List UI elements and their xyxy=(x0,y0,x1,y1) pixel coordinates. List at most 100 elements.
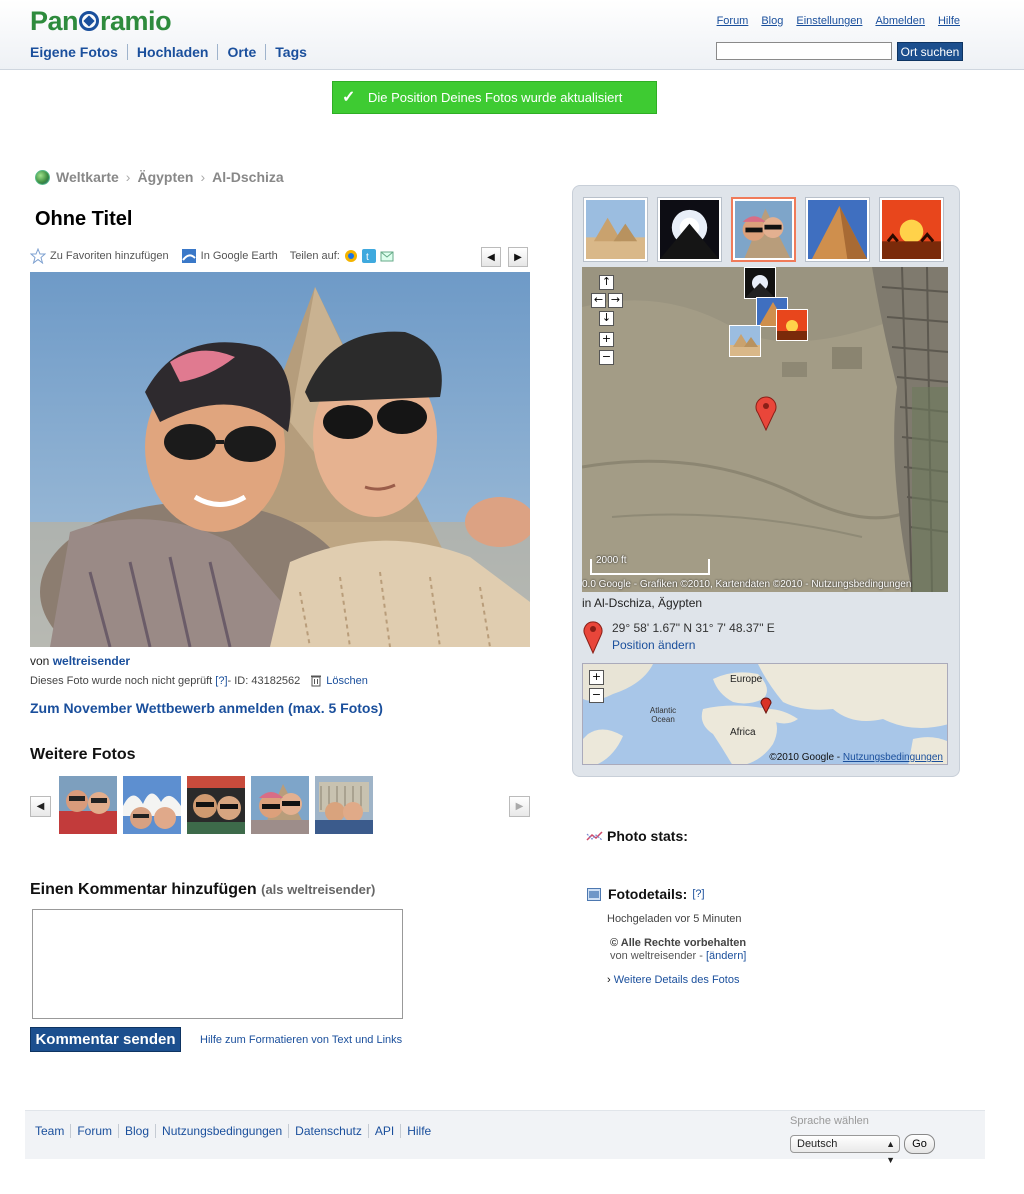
photo-image xyxy=(30,272,530,647)
zoom-out-button[interactable]: − xyxy=(599,350,614,365)
twitter-share-icon[interactable]: t xyxy=(361,249,376,263)
coordinates-readout: 29° 58' 1.67" N 31° 7' 48.37" E xyxy=(612,621,775,635)
nav-own-photos[interactable]: Eigene Fotos xyxy=(30,44,127,60)
zoom-in-button[interactable]: + xyxy=(599,332,614,347)
stats-chart-icon xyxy=(586,831,603,841)
world-zoom-out-button[interactable]: − xyxy=(589,688,604,703)
next-photo-button[interactable]: ▶ xyxy=(508,247,528,267)
change-license-link[interactable]: [ändern] xyxy=(706,950,746,962)
more-photo-thumb[interactable] xyxy=(315,776,373,834)
change-position-link[interactable]: Position ändern xyxy=(612,638,695,652)
toplink-settings[interactable]: Einstellungen xyxy=(796,15,862,27)
notice-text: Die Position Deines Fotos wurde aktualis… xyxy=(368,90,623,105)
footer-link-api[interactable]: API xyxy=(367,1124,400,1138)
map-attribution: 0.0 Google - Grafiken ©2010, Kartendaten… xyxy=(582,579,912,590)
site-footer: Team Forum Blog Nutzungsbedingungen Date… xyxy=(25,1110,985,1165)
review-help-link[interactable]: [?] xyxy=(215,675,227,687)
more-photo-thumb[interactable] xyxy=(251,776,309,834)
add-favorite-link[interactable]: Zu Favoriten hinzufügen xyxy=(50,250,169,262)
map-photo-marker[interactable] xyxy=(776,309,808,341)
language-go-button[interactable]: Go xyxy=(904,1134,935,1154)
place-search-input[interactable] xyxy=(716,42,892,60)
footer-link-forum[interactable]: Forum xyxy=(70,1124,118,1138)
nearby-photo-thumb[interactable] xyxy=(879,197,944,262)
location-pin-icon[interactable] xyxy=(754,395,778,431)
submit-comment-button[interactable]: Kommentar senden xyxy=(30,1027,181,1052)
toplink-logout[interactable]: Abmelden xyxy=(875,15,925,27)
pan-right-button[interactable]: → xyxy=(608,293,623,308)
breadcrumb-world[interactable]: Weltkarte xyxy=(56,169,119,185)
footer-link-blog[interactable]: Blog xyxy=(118,1124,155,1138)
delete-link[interactable]: Löschen xyxy=(326,675,368,687)
details-icon xyxy=(587,887,601,901)
share-label: Teilen auf: xyxy=(289,250,340,262)
rights-owner: von weltreisender - [ändern] xyxy=(610,950,746,962)
world-map-image xyxy=(583,664,947,764)
author-link[interactable]: weltreisender xyxy=(53,654,130,668)
map-photo-marker[interactable] xyxy=(729,325,761,357)
pan-up-button[interactable]: ↑ xyxy=(599,275,614,290)
nearby-photo-thumb[interactable] xyxy=(583,197,648,262)
toplink-forum[interactable]: Forum xyxy=(717,15,749,27)
comment-title-text: Einen Kommentar hinzufügen xyxy=(30,881,257,898)
pan-left-button[interactable]: ← xyxy=(591,293,606,308)
main-photo[interactable] xyxy=(30,272,530,647)
more-photos-title: Weitere Fotos xyxy=(30,746,136,763)
language-select[interactable]: Deutsch ▲ ▼ xyxy=(790,1135,900,1165)
nearby-photo-thumb[interactable] xyxy=(657,197,722,262)
more-photo-thumb[interactable] xyxy=(123,776,181,834)
footer-link-privacy[interactable]: Datenschutz xyxy=(288,1124,368,1138)
nav-upload[interactable]: Hochladen xyxy=(126,44,218,60)
comment-as-user: (als weltreisender) xyxy=(261,882,376,897)
logo-compass-icon xyxy=(79,11,100,31)
buzz-share-icon[interactable] xyxy=(344,249,358,263)
panoramio-logo[interactable]: Pan ramio xyxy=(30,6,172,37)
breadcrumb-city[interactable]: Al-Dschiza xyxy=(212,169,284,185)
pan-down-button[interactable]: ↓ xyxy=(599,311,614,326)
photo-location-panel: ↑ ← → ↓ + − 2000 ft 0.0 Google - Grafike… xyxy=(572,185,960,777)
nav-tags[interactable]: Tags xyxy=(265,44,316,60)
world-overview-map[interactable]: + − Europe Atlantic Ocean Africa ©2010 G… xyxy=(582,663,948,765)
footer-link-team[interactable]: Team xyxy=(35,1124,70,1138)
strip-prev-button[interactable]: ◀ xyxy=(30,796,51,817)
rights-owner-text: von weltreisender - xyxy=(610,950,706,962)
trash-icon xyxy=(311,675,322,687)
footer-link-help[interactable]: Hilfe xyxy=(400,1124,437,1138)
chevron-right-icon: › xyxy=(607,974,611,986)
svg-text:t: t xyxy=(366,252,369,263)
toplink-help[interactable]: Hilfe xyxy=(938,15,960,27)
format-help-link[interactable]: Hilfe zum Formatieren von Text und Links xyxy=(200,1034,402,1046)
more-photo-thumb[interactable] xyxy=(187,776,245,834)
chevron-right-icon: › xyxy=(125,169,131,185)
contest-link[interactable]: Zum November Wettbewerb anmelden (max. 5… xyxy=(30,700,383,716)
more-details-link[interactable]: Weitere Details des Fotos xyxy=(614,974,740,986)
comment-textarea[interactable] xyxy=(32,909,403,1019)
photo-stats-label: Photo stats: xyxy=(607,828,688,844)
world-terms-link[interactable]: Nutzungsbedingungen xyxy=(843,752,943,763)
strip-next-button[interactable]: ▶ xyxy=(509,796,530,817)
chevron-right-icon: › xyxy=(200,169,206,185)
nearby-photo-thumb[interactable] xyxy=(805,197,870,262)
email-share-icon[interactable] xyxy=(380,249,394,263)
footer-link-terms[interactable]: Nutzungsbedingungen xyxy=(155,1124,288,1138)
place-search-button[interactable]: Ort suchen xyxy=(897,42,963,61)
nearby-photo-thumb-selected[interactable] xyxy=(731,197,796,262)
details-help-link[interactable]: [?] xyxy=(692,888,704,900)
more-photo-thumb[interactable] xyxy=(59,776,117,834)
world-location-pin-icon xyxy=(760,697,772,714)
page-title: Ohne Titel xyxy=(35,208,133,230)
review-status: Dieses Foto wurde noch nicht geprüft xyxy=(30,674,213,687)
breadcrumb-country[interactable]: Ägypten xyxy=(137,169,193,185)
map-photo-marker[interactable] xyxy=(744,267,776,299)
satellite-map[interactable]: ↑ ← → ↓ + − 2000 ft 0.0 Google - Grafike… xyxy=(582,267,948,592)
globe-icon xyxy=(35,169,50,185)
world-label-africa: Africa xyxy=(730,727,756,738)
toplink-blog[interactable]: Blog xyxy=(761,15,783,27)
location-text: in Al-Dschiza, Ägypten xyxy=(582,596,703,610)
previous-photo-button[interactable]: ◀ xyxy=(481,247,501,267)
google-earth-link[interactable]: In Google Earth xyxy=(201,250,278,262)
world-zoom-in-button[interactable]: + xyxy=(589,670,604,685)
more-photos-strip: ◀ ▶ xyxy=(30,776,530,834)
chevron-updown-icon: ▲ ▼ xyxy=(886,1139,895,1165)
nav-places[interactable]: Orte xyxy=(217,44,265,60)
